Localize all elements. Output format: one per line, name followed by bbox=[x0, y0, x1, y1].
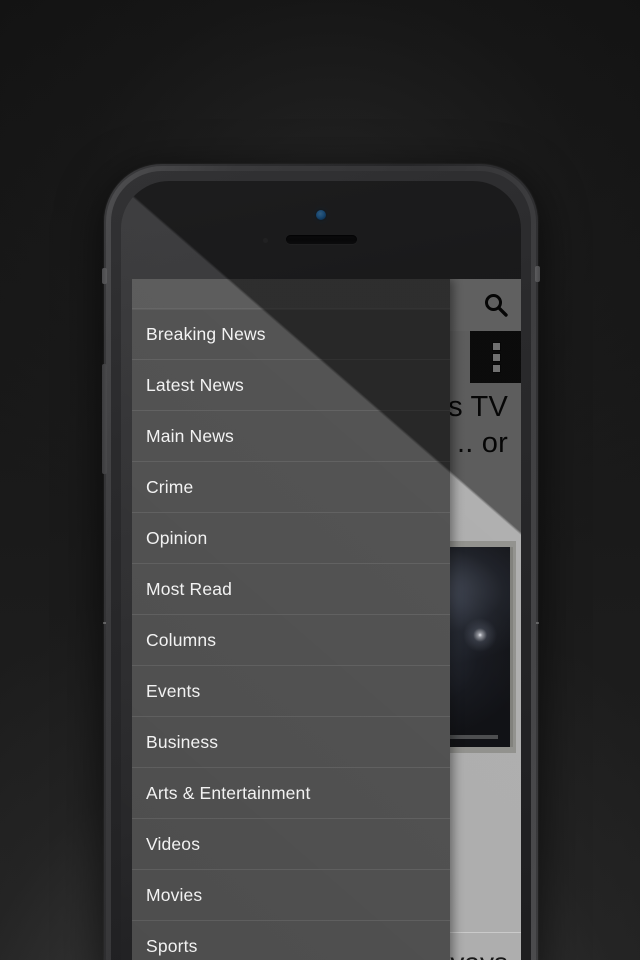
antenna-seam-left bbox=[103, 622, 106, 624]
sidebar-item-most-read[interactable]: Most Read bbox=[132, 564, 450, 615]
sidebar-item-latest-news[interactable]: Latest News bbox=[132, 360, 450, 411]
drawer-header bbox=[132, 279, 450, 309]
sidebar-item-label: Movies bbox=[146, 884, 203, 905]
sidebar-item-movies[interactable]: Movies bbox=[132, 870, 450, 921]
sidebar-item-arts-entertainment[interactable]: Arts & Entertainment bbox=[132, 768, 450, 819]
screenshot-stage: s TV .. or vays bbox=[0, 0, 640, 960]
overflow-menu-icon bbox=[492, 342, 500, 372]
sidebar-item-label: Opinion bbox=[146, 527, 208, 548]
sidebar-item-label: Crime bbox=[146, 476, 194, 497]
overflow-dot bbox=[492, 364, 500, 372]
sidebar-item-label: Business bbox=[146, 731, 219, 752]
overflow-menu-button[interactable] bbox=[470, 331, 521, 383]
sidebar-item-sports[interactable]: Sports bbox=[132, 921, 450, 960]
sidebar-item-label: Videos bbox=[146, 833, 201, 854]
earpiece-speaker-icon bbox=[286, 235, 357, 244]
sidebar-item-main-news[interactable]: Main News bbox=[132, 411, 450, 462]
sidebar-item-crime[interactable]: Crime bbox=[132, 462, 450, 513]
search-button[interactable] bbox=[470, 279, 521, 331]
device-bezel: s TV .. or vays bbox=[111, 171, 531, 960]
silence-switch[interactable] bbox=[102, 268, 107, 284]
sidebar-item-label: Columns bbox=[146, 629, 217, 650]
front-camera-icon bbox=[316, 210, 326, 220]
sidebar-item-events[interactable]: Events bbox=[132, 666, 450, 717]
phone-screen: s TV .. or vays bbox=[132, 279, 521, 960]
antenna-seam-right bbox=[536, 622, 539, 624]
navigation-drawer: Breaking News Latest News Main News Crim… bbox=[132, 279, 450, 960]
overflow-dot bbox=[492, 353, 500, 361]
overflow-dot bbox=[492, 342, 500, 350]
sidebar-item-label: Most Read bbox=[146, 578, 232, 599]
search-icon bbox=[485, 294, 508, 317]
phone-device: s TV .. or vays bbox=[102, 164, 540, 960]
sidebar-item-label: Events bbox=[146, 680, 201, 701]
volume-buttons[interactable] bbox=[102, 364, 107, 474]
sidebar-item-label: Breaking News bbox=[146, 324, 266, 344]
power-button[interactable] bbox=[535, 266, 540, 282]
sidebar-item-business[interactable]: Business bbox=[132, 717, 450, 768]
sidebar-item-label: Main News bbox=[146, 425, 234, 446]
sidebar-item-opinion[interactable]: Opinion bbox=[132, 513, 450, 564]
sidebar-item-label: Sports bbox=[146, 935, 198, 956]
sidebar-item-label: Arts & Entertainment bbox=[146, 782, 311, 803]
drawer-item-list: Breaking News Latest News Main News Crim… bbox=[132, 309, 450, 960]
proximity-sensor-icon bbox=[263, 238, 268, 243]
sidebar-item-breaking-news[interactable]: Breaking News bbox=[132, 309, 450, 360]
device-face: s TV .. or vays bbox=[121, 181, 521, 960]
sidebar-item-videos[interactable]: Videos bbox=[132, 819, 450, 870]
sidebar-item-label: Latest News bbox=[146, 374, 244, 395]
sidebar-item-columns[interactable]: Columns bbox=[132, 615, 450, 666]
